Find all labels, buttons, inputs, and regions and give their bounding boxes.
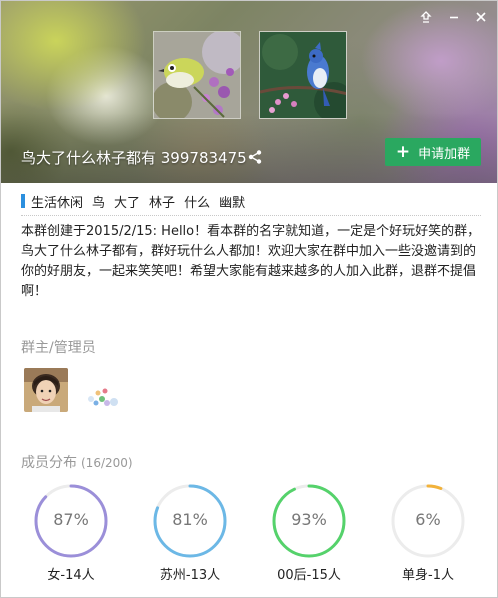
stat-label: 00后-15人 <box>277 568 341 583</box>
tags-divider <box>21 215 481 216</box>
stat-label: 单身-1人 <box>402 568 454 583</box>
tag-item[interactable]: 林子 <box>149 192 175 211</box>
header-banner: 鸟大了什么林子都有 399783475 + 申请加群 <box>1 1 497 183</box>
tag-marker <box>21 194 25 208</box>
tag-item[interactable]: 大了 <box>114 192 140 211</box>
group-photo-bird-1[interactable] <box>153 31 241 119</box>
group-description: 本群创建于2015/2/15: Hello！看本群的名字就知道，一定是个好玩好笑… <box>21 224 481 299</box>
tag-item[interactable]: 鸟 <box>92 192 105 211</box>
stat-percent: 6% <box>415 510 441 529</box>
group-name: 鸟大了什么林子都有 399783475 <box>21 149 247 167</box>
tag-item[interactable]: 什么 <box>184 192 210 211</box>
pin-icon[interactable] <box>415 7 437 27</box>
minimize-icon[interactable] <box>443 7 465 27</box>
join-group-button[interactable]: + 申请加群 <box>385 138 481 166</box>
members-title: 成员分布 (16/200) <box>21 452 133 472</box>
loading-dots-icon <box>83 381 123 411</box>
plus-icon: + <box>395 141 411 162</box>
stat-percent: 87% <box>53 510 89 529</box>
stat-label: 女-14人 <box>47 568 95 583</box>
tag-item[interactable]: 幽默 <box>219 192 245 211</box>
tag-item[interactable]: 生活休闲 <box>31 192 83 211</box>
close-icon[interactable] <box>470 7 492 27</box>
stat-percent: 81% <box>172 510 208 529</box>
members-count: (16/200) <box>81 456 133 470</box>
avatar[interactable] <box>24 368 68 412</box>
stat-percent: 93% <box>291 510 327 529</box>
stat-label: 苏州-13人 <box>159 568 221 583</box>
member-stat: 93% 00后-15人 <box>269 481 349 583</box>
admins-title: 群主/管理员 <box>21 340 96 356</box>
group-card-window: 鸟大了什么林子都有 399783475 + 申请加群 生活休闲 鸟 大了 林子 … <box>0 0 498 598</box>
members-title-text: 成员分布 <box>21 455 77 471</box>
group-photo-bird-2[interactable] <box>259 31 347 119</box>
share-icon[interactable] <box>247 149 263 165</box>
member-stat: 6% 单身-1人 <box>388 481 468 583</box>
member-stat: 81% 苏州-13人 <box>150 481 230 583</box>
group-tags: 生活休闲 鸟 大了 林子 什么 幽默 <box>21 191 254 211</box>
join-group-label: 申请加群 <box>418 146 471 162</box>
member-stat: 87% 女-14人 <box>31 481 111 583</box>
